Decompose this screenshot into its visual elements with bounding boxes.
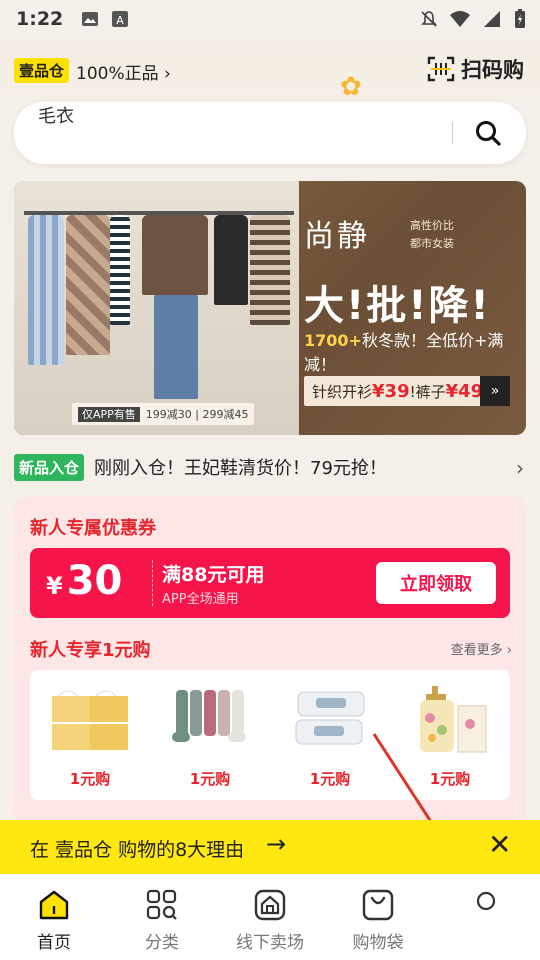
garment-puffer bbox=[214, 215, 248, 305]
promo-banner[interactable]: 尚静 高性价比 都市女装 大!批!降! 1700+秋冬款！全低价+满减！ 针织开… bbox=[14, 181, 526, 435]
new-arrival-badge: 新品入仓 bbox=[14, 453, 85, 481]
nav-label: 购物袋 bbox=[352, 933, 404, 953]
banner-brand-sub: 高性价比 都市女装 bbox=[410, 217, 454, 253]
profile-icon bbox=[476, 891, 496, 911]
chevron-right-icon: › bbox=[516, 456, 524, 480]
arrow-right-icon: → bbox=[266, 830, 287, 858]
tag-offers: 199减30 | 299减45 bbox=[145, 408, 249, 421]
banner-price-pill: 针织开衫¥39!裤子¥49 bbox=[304, 376, 508, 406]
header: 壹品仓 100%正品 › ✿ 扫码购 bbox=[0, 40, 540, 102]
garment-scarf bbox=[28, 215, 64, 365]
battery-icon bbox=[515, 9, 525, 28]
search-divider bbox=[452, 122, 453, 144]
nav-category[interactable]: 分类 bbox=[108, 874, 216, 960]
socks-product-image bbox=[172, 690, 246, 742]
brand-logo[interactable]: 壹品仓 bbox=[14, 58, 70, 83]
banner-headline: 大!批!降! bbox=[304, 283, 491, 329]
scan-icon bbox=[427, 56, 455, 82]
store-icon bbox=[254, 889, 286, 921]
product-item[interactable]: 1元购 bbox=[390, 670, 510, 800]
bottom-nav: 首页 分类 线下卖场 购物袋 bbox=[0, 874, 540, 960]
new-user-card: 新人专属优惠券 ¥30 满88元可用 APP全场通用 立即领取 新人专享1元购 … bbox=[14, 496, 526, 826]
product-item[interactable]: 1元购 bbox=[30, 670, 150, 800]
yen-sign: ¥ bbox=[46, 572, 63, 600]
nav-bag[interactable]: 购物袋 bbox=[324, 874, 432, 960]
banner-count: 1700+ bbox=[304, 331, 362, 350]
coupon[interactable]: ¥30 满88元可用 APP全场通用 立即领取 bbox=[30, 548, 510, 618]
coupon-condition: 满88元可用 bbox=[162, 564, 265, 586]
one-yuan-title: 新人专享1元购 bbox=[30, 640, 151, 661]
brand-sub-line-2: 都市女装 bbox=[410, 237, 454, 250]
signal-icon bbox=[484, 11, 500, 27]
search-input[interactable]: 毛衣 bbox=[38, 102, 74, 128]
garment-jeans bbox=[154, 295, 198, 399]
app-notification-icon: A bbox=[112, 11, 129, 27]
banner-more-arrow-icon[interactable]: » bbox=[480, 376, 510, 406]
garment-sweater-brown bbox=[142, 215, 208, 295]
garment-coat-plaid bbox=[66, 215, 110, 355]
pill-price-2: ¥49 bbox=[445, 381, 484, 402]
status-right bbox=[420, 9, 526, 29]
status-bar: 1:22 A bbox=[0, 0, 540, 38]
scan-buy-button[interactable]: 扫码购 bbox=[427, 54, 524, 84]
nav-label: 首页 bbox=[37, 933, 71, 953]
close-icon[interactable]: ✕ bbox=[488, 828, 511, 861]
home-icon bbox=[39, 890, 69, 920]
wipes-product-image bbox=[295, 691, 365, 745]
garment-stripe-2 bbox=[250, 215, 290, 325]
bag-icon bbox=[362, 889, 394, 921]
search-icon[interactable] bbox=[474, 119, 502, 147]
product-price: 1元购 bbox=[309, 770, 351, 788]
news-ticker[interactable]: 新品入仓 刚刚入仓！王妃鞋清货价！79元抢！ › bbox=[14, 452, 526, 482]
news-text: 刚刚入仓！王妃鞋清货价！79元抢！ bbox=[94, 458, 387, 479]
coupon-amount-value: 30 bbox=[66, 558, 123, 604]
image-icon bbox=[82, 12, 99, 26]
product-item[interactable]: 1元购 bbox=[270, 670, 390, 800]
banner-brand: 尚静 bbox=[304, 219, 370, 254]
tissue-product-image bbox=[52, 690, 128, 750]
tag-app-only: 仅APP有售 bbox=[78, 407, 140, 422]
one-yuan-products: 1元购 1元购 1元购 1元购 bbox=[30, 670, 510, 800]
nav-label: 分类 bbox=[145, 933, 179, 953]
banner-subline: 1700+秋冬款！全低价+满减！ bbox=[304, 327, 526, 375]
nav-profile[interactable] bbox=[432, 874, 540, 960]
authentic-link[interactable]: 100%正品 › bbox=[76, 59, 171, 84]
scan-buy-label: 扫码购 bbox=[461, 58, 524, 82]
reasons-text: 在 壹品仓 购物的8大理由 bbox=[30, 839, 245, 861]
wifi-icon bbox=[450, 11, 470, 27]
pill-mid: !裤子 bbox=[409, 383, 446, 401]
garment-stripe bbox=[110, 215, 130, 325]
status-time: 1:22 bbox=[16, 8, 64, 30]
product-price: 1元购 bbox=[189, 770, 231, 788]
brand-sub-line-1: 高性价比 bbox=[410, 219, 454, 232]
coupon-divider bbox=[152, 560, 153, 606]
svg-text:A: A bbox=[117, 14, 125, 27]
pill-price-1: ¥39 bbox=[372, 381, 410, 402]
nav-store[interactable]: 线下卖场 bbox=[216, 874, 324, 960]
nav-label: 线下卖场 bbox=[236, 933, 304, 953]
category-icon bbox=[146, 889, 177, 920]
mute-icon bbox=[421, 11, 437, 27]
reasons-banner[interactable]: 在 壹品仓 购物的8大理由 → ✕ bbox=[0, 820, 540, 874]
product-price: 1元购 bbox=[429, 770, 471, 788]
nav-home[interactable]: 首页 bbox=[0, 874, 108, 960]
see-more-link[interactable]: 查看更多 › bbox=[451, 639, 512, 658]
coupon-scope: APP全场通用 bbox=[162, 592, 239, 607]
product-item[interactable]: 1元购 bbox=[150, 670, 270, 800]
search-bar[interactable]: 毛衣 bbox=[14, 102, 526, 164]
lotion-product-image bbox=[420, 686, 487, 753]
coupon-amount: ¥30 bbox=[46, 558, 122, 604]
banner-photo bbox=[14, 181, 299, 435]
claim-coupon-button[interactable]: 立即领取 bbox=[376, 562, 496, 604]
coupon-section-title: 新人专属优惠券 bbox=[30, 518, 156, 539]
leaf-decoration: ✿ bbox=[340, 72, 362, 102]
pill-prefix: 针织开衫 bbox=[312, 383, 373, 401]
product-price: 1元购 bbox=[69, 770, 111, 788]
banner-tag: 仅APP有售 199减30 | 299减45 bbox=[72, 403, 255, 425]
